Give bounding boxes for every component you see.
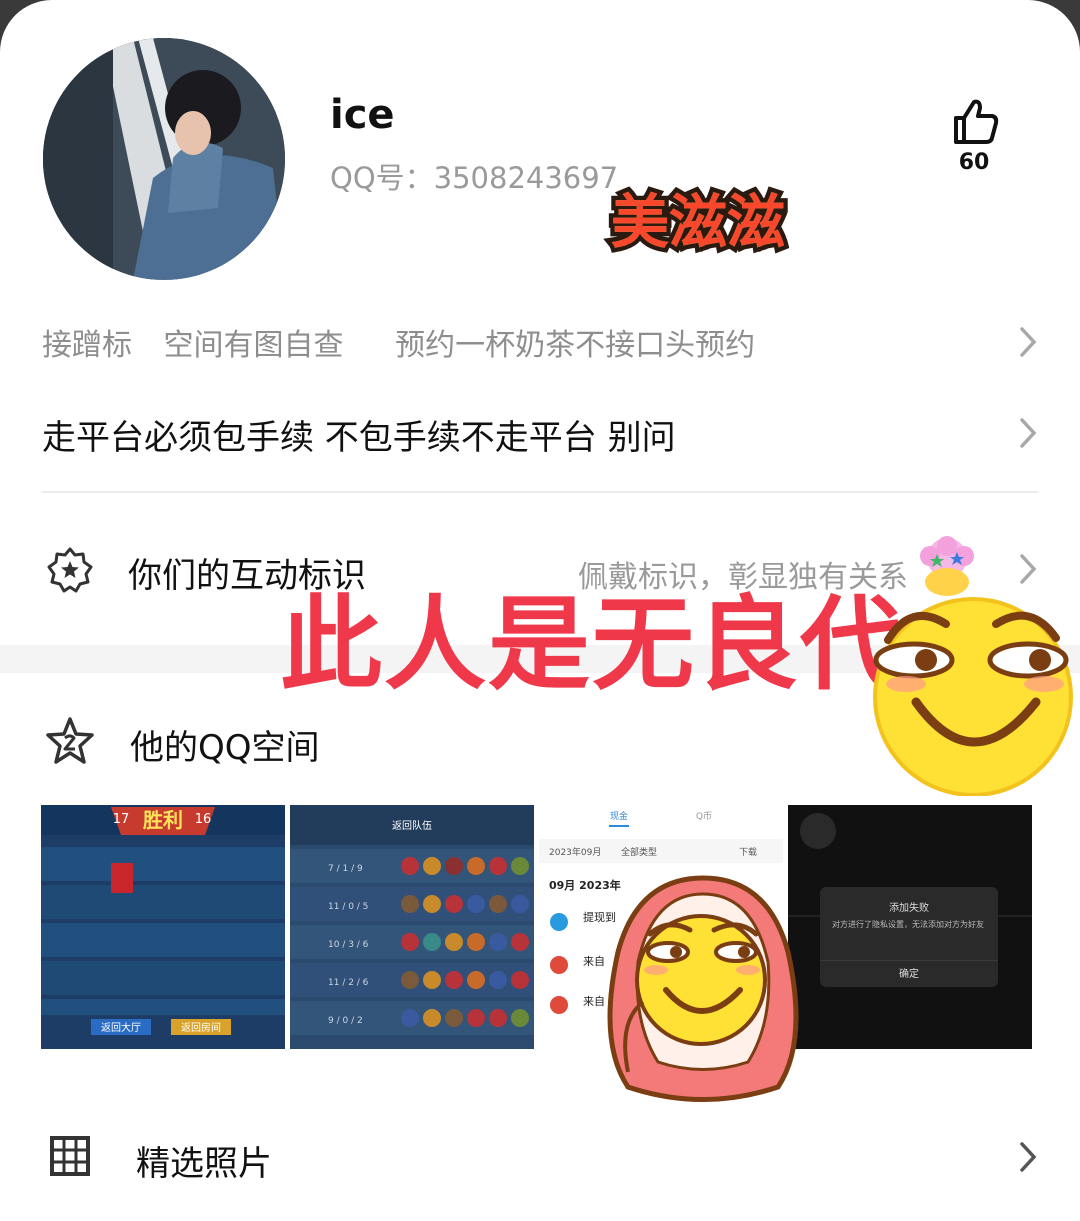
tag-item: 预约一杯奶茶不接口头预约 xyxy=(395,328,756,363)
svg-text:11 / 2 / 6: 11 / 2 / 6 xyxy=(328,978,369,988)
signature-row[interactable]: 走平台必须包手续 不包手续不走平台 别问 xyxy=(42,410,1038,458)
svg-text:10 / 3 / 6: 10 / 3 / 6 xyxy=(328,940,369,950)
overlay-warning-text: 此人是无良代 xyxy=(280,586,904,705)
tag-item: 空间有图自查 xyxy=(163,328,344,363)
chevron-right-icon xyxy=(1020,327,1037,357)
tag-item: 接蹭标 xyxy=(42,328,132,363)
svg-text:9 / 0 / 2: 9 / 0 / 2 xyxy=(328,1016,363,1026)
like-button[interactable]: 60 xyxy=(944,96,1004,175)
qq-label: QQ号： xyxy=(330,161,434,195)
grid-icon xyxy=(50,1136,90,1176)
badge-star-icon xyxy=(47,547,93,593)
svg-text:Q币: Q币 xyxy=(696,811,712,822)
svg-text:全部类型: 全部类型 xyxy=(621,846,657,858)
qzone-thumb-1[interactable]: 胜利 17 16 返回大厅 返回房间 xyxy=(41,805,285,1049)
meizizi-sticker: 美滋滋 美滋滋 xyxy=(606,184,789,261)
svg-text:下载: 下载 xyxy=(739,846,757,858)
svg-text:2023年09月: 2023年09月 xyxy=(549,846,601,858)
chevron-right-icon xyxy=(1020,418,1037,448)
svg-text:返回大厅: 返回大厅 xyxy=(101,1021,141,1034)
chevron-right-icon xyxy=(1020,1142,1037,1172)
chevron-right-icon xyxy=(1020,554,1037,584)
qq-number: QQ号：3508243697 xyxy=(330,155,618,197)
svg-text:17: 17 xyxy=(113,812,130,827)
avatar[interactable] xyxy=(43,38,285,280)
qzone-thumbnails: 胜利 17 16 返回大厅 返回房间 返回队伍 7 / 1 / 9 11 / 0… xyxy=(41,805,1032,1049)
svg-text:返回房间: 返回房间 xyxy=(181,1021,221,1034)
svg-text:16: 16 xyxy=(195,812,212,827)
star-icon xyxy=(46,717,94,764)
divider xyxy=(42,491,1038,493)
tags-row[interactable]: 接蹭标 空间有图自查 预约一杯奶茶不接口头预约 xyxy=(42,320,1038,364)
svg-text:确定: 确定 xyxy=(899,967,919,980)
svg-text:添加失败: 添加失败 xyxy=(889,901,929,914)
signature-text: 走平台必须包手续 不包手续不走平台 别问 xyxy=(42,418,676,458)
qzone-label: 他的QQ空间 xyxy=(130,728,320,768)
like-count: 60 xyxy=(958,150,990,175)
blanket-emoji-sticker xyxy=(607,875,799,1102)
thumbs-up-icon xyxy=(954,99,999,144)
qzone-thumb-4[interactable]: 添加失败 对方进行了隐私设置，无法添加对方为好友 确定 xyxy=(788,805,1032,1049)
qzone-thumb-2[interactable]: 返回队伍 7 / 1 / 9 11 / 0 / 5 10 / 3 / 6 11 … xyxy=(290,805,534,1049)
svg-text:7 / 1 / 9: 7 / 1 / 9 xyxy=(328,864,363,874)
featured-photos-row[interactable]: 精选照片 xyxy=(42,1132,1038,1184)
svg-text:胜利: 胜利 xyxy=(143,808,183,832)
profile-name: ice xyxy=(330,92,395,138)
svg-text:11 / 0 / 5: 11 / 0 / 5 xyxy=(328,902,368,912)
qzone-row[interactable]: 他的QQ空间 xyxy=(42,716,1038,768)
featured-photos-label: 精选照片 xyxy=(136,1144,272,1184)
profile-card: ice QQ号：3508243697 60 美滋滋 美滋滋 接蹭标 空间有图自查… xyxy=(0,0,1080,1221)
svg-text:现金: 现金 xyxy=(610,810,628,822)
svg-text:返回队伍: 返回队伍 xyxy=(392,819,432,832)
svg-text:美滋滋: 美滋滋 xyxy=(611,188,785,256)
